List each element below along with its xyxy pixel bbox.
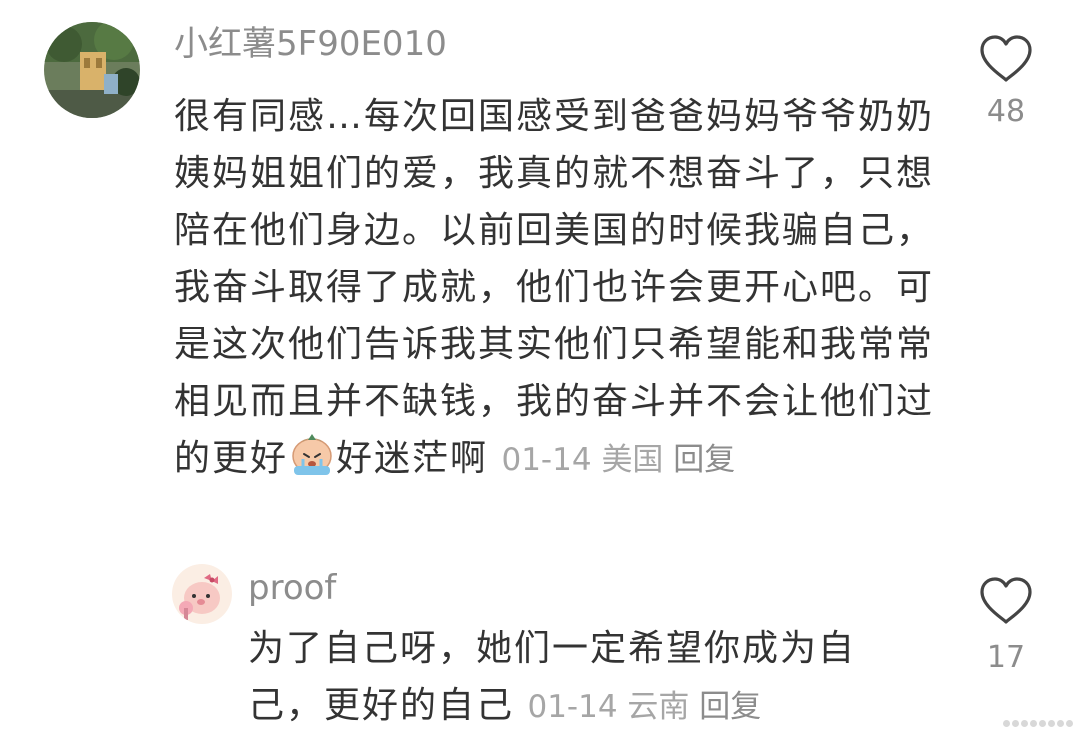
reply-user-avatar[interactable]	[172, 564, 232, 624]
crying-face-emoji-icon	[288, 432, 336, 493]
comment-text: 很有同感…每次回国感受到爸爸妈妈爷爷奶奶姨妈姐姐们的爱，我真的就不想奋斗了，只想…	[174, 88, 934, 493]
like-button[interactable]: 17	[968, 576, 1044, 675]
reply-button[interactable]: 回复	[699, 689, 761, 725]
reply-date: 01-14	[527, 689, 618, 725]
comment-date: 01-14	[501, 442, 592, 478]
reply-location: 云南	[627, 689, 690, 725]
reply-button[interactable]: 回复	[673, 442, 735, 478]
comment-meta: 01-14 美国 回复	[501, 442, 735, 478]
like-button[interactable]: 48	[968, 34, 1044, 129]
heart-outline-icon[interactable]	[978, 34, 1034, 84]
like-count: 48	[986, 94, 1026, 129]
reply-username[interactable]: proof	[248, 566, 336, 610]
comment-body: 很有同感…每次回国感受到爸爸妈妈爷爷奶奶姨妈姐姐们的爱，我真的就不想奋斗了，只想…	[174, 96, 935, 479]
comment-location: 美国	[601, 442, 664, 478]
watermark-dots	[1003, 720, 1075, 727]
username[interactable]: 小红薯5F90E010	[174, 22, 447, 66]
like-count: 17	[986, 640, 1026, 675]
reply-text: 为了自己呀，她们一定希望你成为自己，更好的自己 01-14 云南 回复	[248, 620, 928, 736]
comment-body-end: 好迷茫啊	[336, 438, 489, 479]
user-avatar[interactable]	[44, 22, 140, 118]
reply-meta: 01-14 云南 回复	[527, 689, 761, 725]
heart-outline-icon[interactable]	[978, 576, 1034, 626]
comment-item: 小红薯5F90E010 很有同感…每次回国感受到爸爸妈妈爷爷奶奶姨妈姐姐们的爱，…	[0, 0, 1080, 540]
avatar-image	[172, 564, 232, 624]
avatar-image	[44, 22, 140, 118]
reply-item: proof 为了自己呀，她们一定希望你成为自己，更好的自己 01-14 云南 回…	[0, 540, 1080, 750]
